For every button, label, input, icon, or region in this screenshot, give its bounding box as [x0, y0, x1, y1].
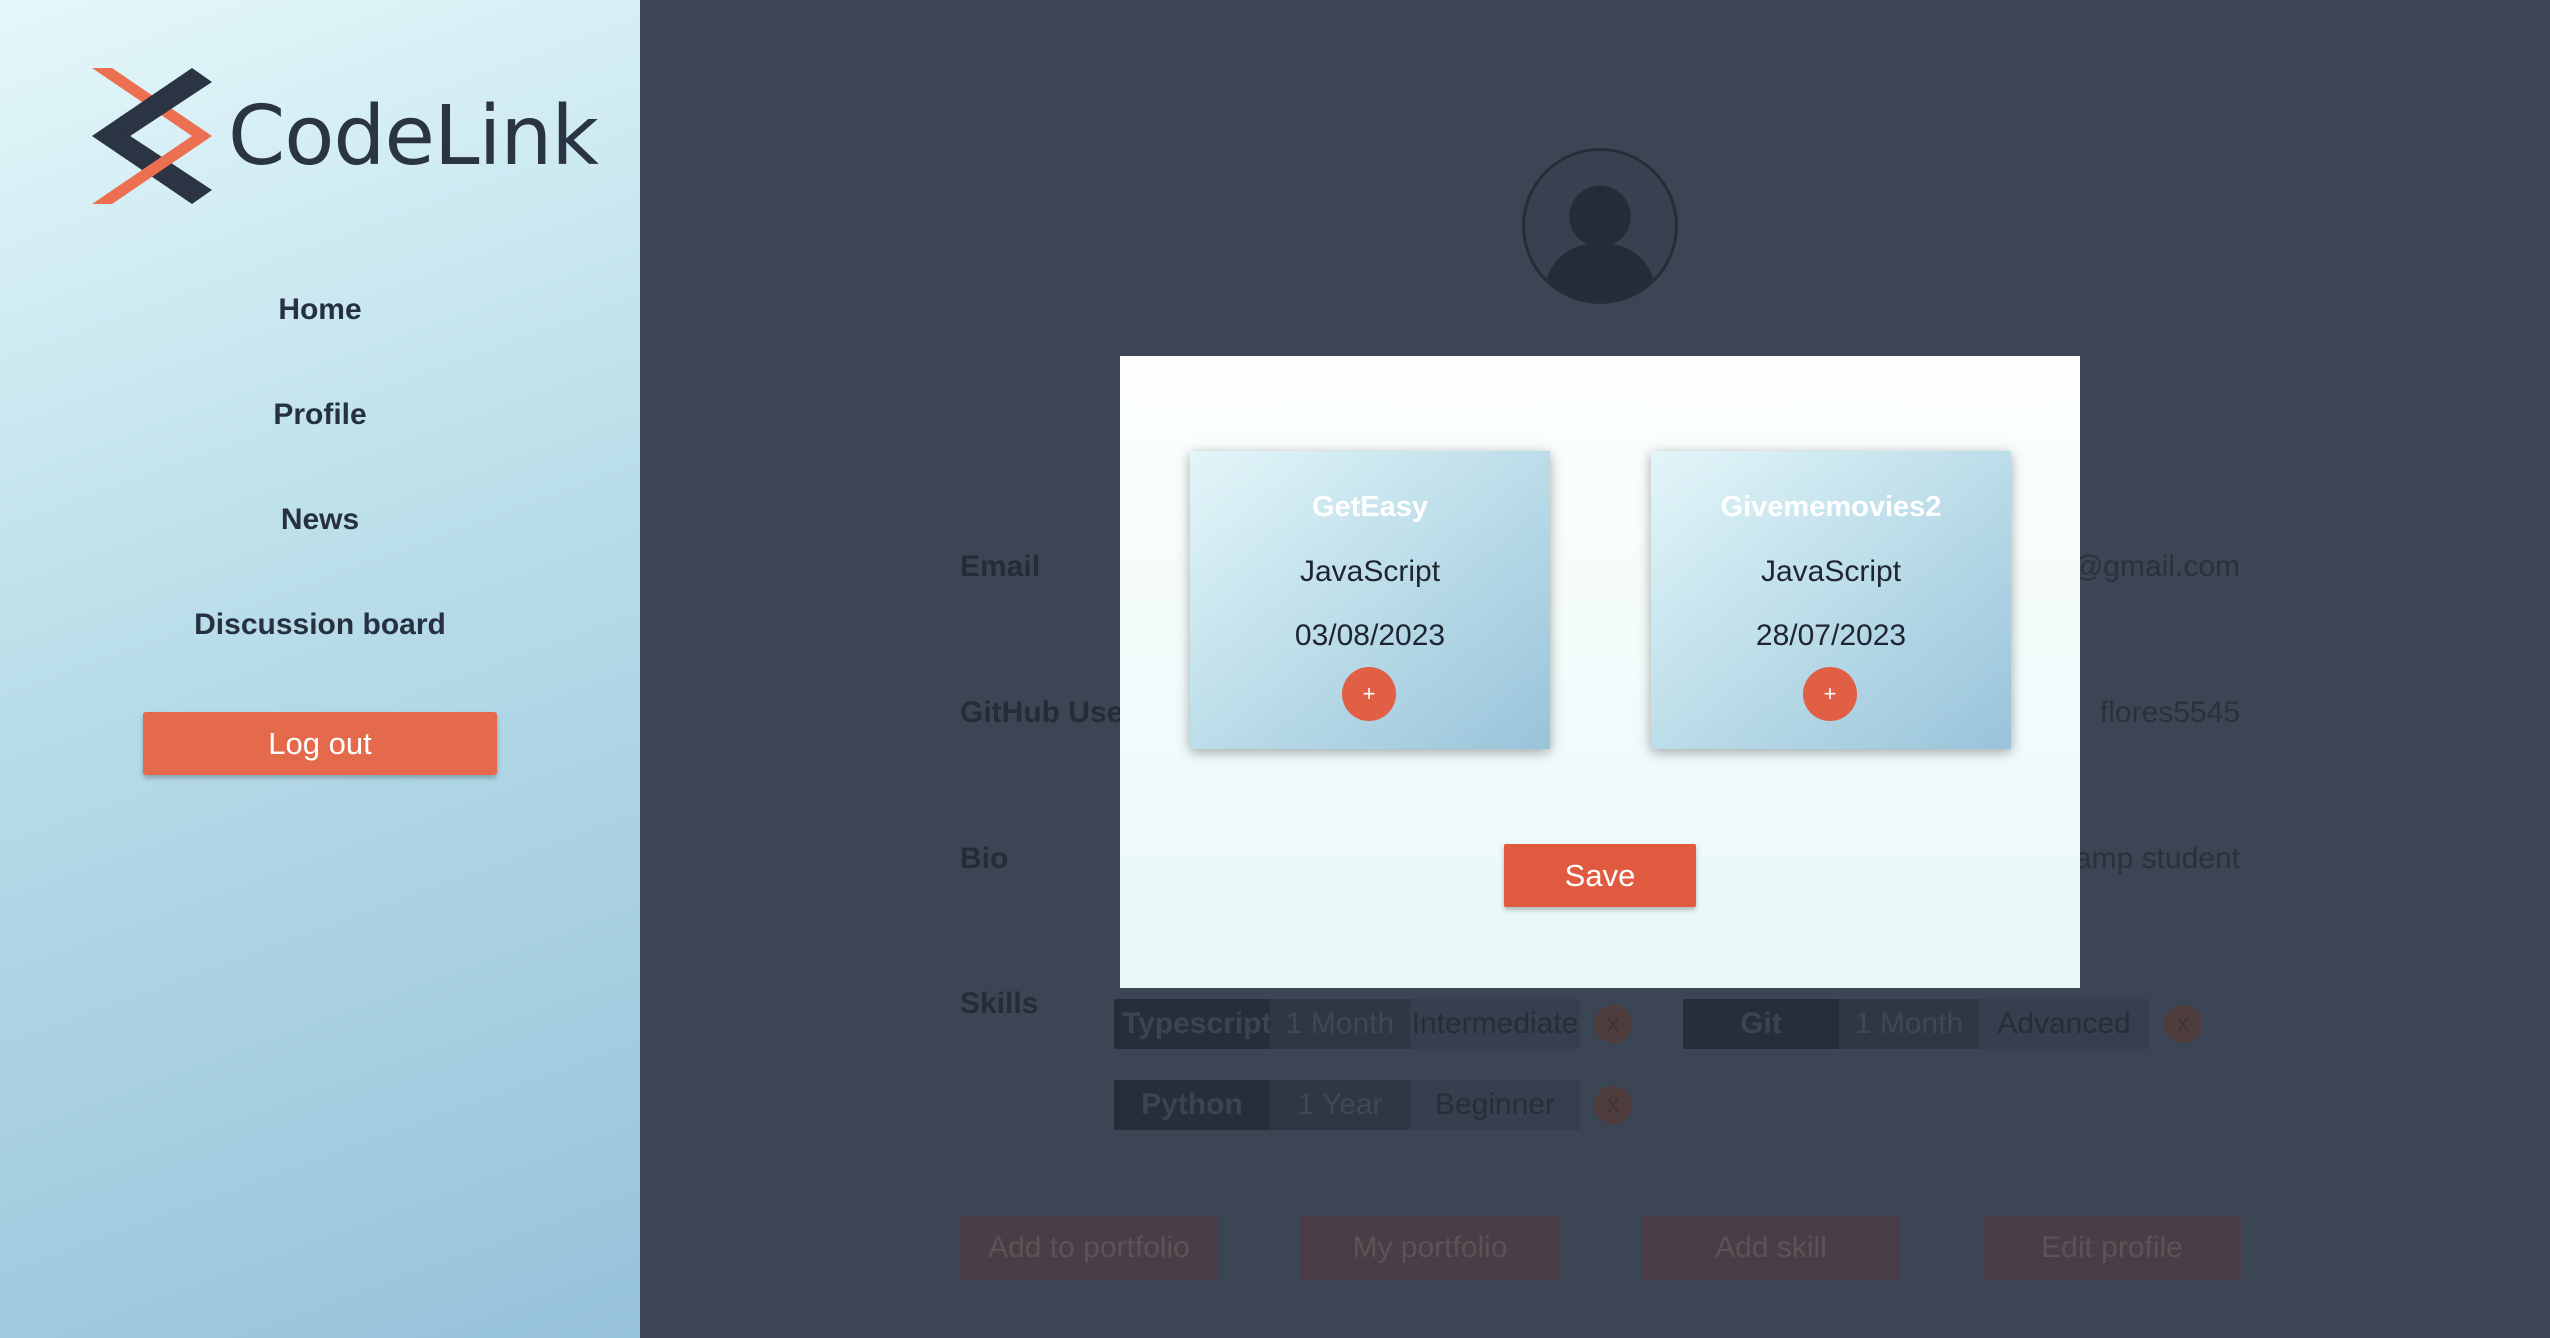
skill-chip: Python 1 Year Beginner [1114, 1080, 1580, 1130]
skill-chip: Git 1 Month Advanced [1683, 999, 2149, 1049]
skill-name: Typescript [1114, 999, 1272, 1049]
bio-value: amp student [2074, 842, 2240, 875]
sidebar-item-profile[interactable]: Profile [0, 395, 640, 500]
skill-level: Beginner [1410, 1080, 1580, 1130]
skills-label: Skills [960, 987, 1039, 1020]
codelink-logo-icon [92, 68, 212, 204]
save-button[interactable]: Save [1504, 844, 1696, 907]
skill-chip: Typescript 1 Month Intermediate [1114, 999, 1580, 1049]
add-to-portfolio-button[interactable]: Add to portfolio [960, 1216, 1218, 1280]
app-name: CodeLink [228, 88, 599, 184]
edit-profile-button[interactable]: Edit profile [1983, 1216, 2241, 1280]
sidebar: CodeLink Home Profile News Discussion bo… [0, 0, 640, 1338]
skill-duration: 1 Year [1270, 1080, 1410, 1130]
skill-name: Git [1683, 999, 1839, 1049]
avatar [1522, 148, 1678, 304]
project-date: 28/07/2023 [1755, 619, 1907, 652]
email-value: @gmail.com [2072, 550, 2240, 583]
logo[interactable]: CodeLink [92, 68, 599, 204]
github-label: GitHub User [960, 696, 1136, 729]
sidebar-item-news[interactable]: News [0, 500, 640, 605]
project-title: Givememovies2 [1720, 491, 1942, 523]
user-silhouette-icon [1542, 185, 1658, 301]
sidebar-nav: Home Profile News Discussion board [0, 290, 640, 710]
remove-skill-button[interactable]: x [2164, 1005, 2202, 1043]
skill-level: Intermediate [1410, 999, 1580, 1049]
skill-level: Advanced [1979, 999, 2149, 1049]
add-project-button[interactable]: + [1803, 667, 1857, 721]
skill-duration: 1 Month [1270, 999, 1410, 1049]
project-card: GetEasy JavaScript 03/08/2023 + [1190, 451, 1550, 749]
project-title: GetEasy [1311, 491, 1429, 523]
remove-skill-button[interactable]: x [1594, 1086, 1632, 1124]
add-project-button[interactable]: + [1342, 667, 1396, 721]
sidebar-item-home[interactable]: Home [0, 290, 640, 395]
logout-button[interactable]: Log out [143, 712, 497, 775]
sidebar-item-discussion-board[interactable]: Discussion board [0, 605, 640, 710]
email-label: Email [960, 550, 1041, 583]
skill-name: Python [1114, 1080, 1270, 1130]
add-skill-button[interactable]: Add skill [1642, 1216, 1900, 1280]
my-portfolio-button[interactable]: My portfolio [1301, 1216, 1559, 1280]
bio-label: Bio [960, 842, 1009, 875]
skill-duration: 1 Month [1839, 999, 1979, 1049]
project-date: 03/08/2023 [1294, 619, 1446, 652]
project-language: JavaScript [1760, 555, 1902, 588]
project-card: Givememovies2 JavaScript 28/07/2023 + [1651, 451, 2011, 749]
remove-skill-button[interactable]: x [1594, 1005, 1632, 1043]
add-to-portfolio-modal: GetEasy JavaScript 03/08/2023 + Givememo… [1120, 356, 2080, 988]
github-value: flores5545 [2099, 696, 2240, 729]
project-language: JavaScript [1299, 555, 1441, 588]
